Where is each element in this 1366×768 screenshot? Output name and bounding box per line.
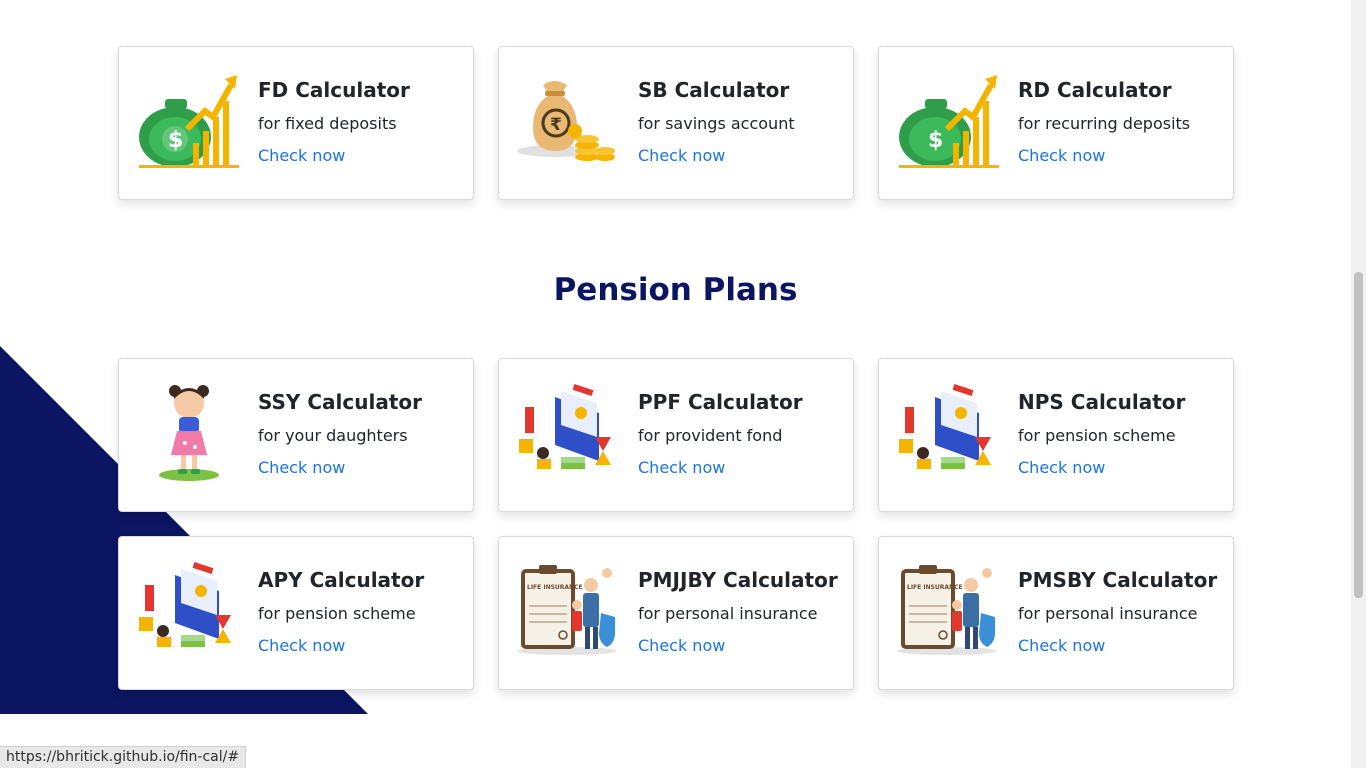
card-title: PMSBY Calculator — [1018, 568, 1218, 592]
card-subtitle: for personal insurance — [638, 604, 818, 623]
card-subtitle: for your daughters — [258, 426, 408, 445]
savings-isometric-icon — [135, 555, 241, 661]
calculator-card-fd[interactable]: $ FD Calculator for fixed deposits Check… — [118, 46, 474, 200]
card-subtitle: for recurring deposits — [1018, 114, 1191, 133]
card-subtitle: for pension scheme — [1018, 426, 1176, 445]
card-title: SB Calculator — [638, 78, 790, 102]
check-now-link[interactable]: Check now — [638, 636, 725, 655]
card-title: FD Calculator — [258, 78, 410, 102]
calculator-card-ppf[interactable]: PPF Calculator for provident fond Check … — [498, 358, 854, 512]
calculator-card-ssy[interactable]: SSY Calculator for your daughters Check … — [118, 358, 474, 512]
calculator-card-pmsby[interactable]: LIFE INSURANCE PMSBY Calculator for pers… — [878, 536, 1234, 690]
check-now-link[interactable]: Check now — [1018, 146, 1105, 165]
card-title: SSY Calculator — [258, 390, 422, 414]
girl-child-icon — [135, 377, 241, 483]
insurance-document-label: LIFE INSURANCE — [527, 584, 583, 591]
card-title: PMJJBY Calculator — [638, 568, 838, 592]
card-subtitle: for fixed deposits — [258, 114, 397, 133]
svg-text:$: $ — [928, 128, 943, 153]
check-now-link[interactable]: Check now — [1018, 636, 1105, 655]
check-now-link[interactable]: Check now — [258, 458, 345, 477]
vertical-scrollbar[interactable] — [1351, 0, 1366, 768]
rupee-bag-coins-icon: ₹ — [515, 65, 621, 171]
card-subtitle: for pension scheme — [258, 604, 416, 623]
card-subtitle: for personal insurance — [1018, 604, 1198, 623]
calculator-card-rd[interactable]: $ RD Calculator for recurring deposits C… — [878, 46, 1234, 200]
check-now-link[interactable]: Check now — [1018, 458, 1105, 477]
svg-text:₹: ₹ — [550, 115, 562, 135]
calculator-card-apy[interactable]: APY Calculator for pension scheme Check … — [118, 536, 474, 690]
card-title: APY Calculator — [258, 568, 425, 592]
card-title: NPS Calculator — [1018, 390, 1186, 414]
page-content: $ FD Calculator for fixed deposits Check… — [0, 0, 1351, 768]
check-now-link[interactable]: Check now — [638, 146, 725, 165]
insurance-document-label: LIFE INSURANCE — [907, 584, 963, 591]
scrollbar-thumb[interactable] — [1354, 272, 1363, 598]
calculator-card-sb[interactable]: ₹ SB Calculator for savings account Chec… — [498, 46, 854, 200]
card-title: RD Calculator — [1018, 78, 1172, 102]
money-bag-growth-icon: $ — [135, 65, 241, 171]
card-title: PPF Calculator — [638, 390, 803, 414]
svg-text:$: $ — [168, 128, 183, 153]
check-now-link[interactable]: Check now — [258, 636, 345, 655]
card-subtitle: for provident fond — [638, 426, 783, 445]
section-title: Pension Plans — [553, 272, 798, 308]
calculator-card-nps[interactable]: NPS Calculator for pension scheme Check … — [878, 358, 1234, 512]
check-now-link[interactable]: Check now — [638, 458, 725, 477]
link-status-bar: https://bhritick.github.io/fin-cal/# — [0, 746, 247, 768]
savings-isometric-icon — [515, 377, 621, 483]
calculator-card-pmjjby[interactable]: LIFE INSURANCE PMJJBY Calculator for per… — [498, 536, 854, 690]
savings-isometric-icon — [895, 377, 1001, 483]
life-insurance-icon: LIFE INSURANCE — [515, 555, 621, 661]
check-now-link[interactable]: Check now — [258, 146, 345, 165]
card-subtitle: for savings account — [638, 114, 795, 133]
money-bag-growth-icon: $ — [895, 65, 1001, 171]
life-insurance-icon: LIFE INSURANCE — [895, 555, 1001, 661]
